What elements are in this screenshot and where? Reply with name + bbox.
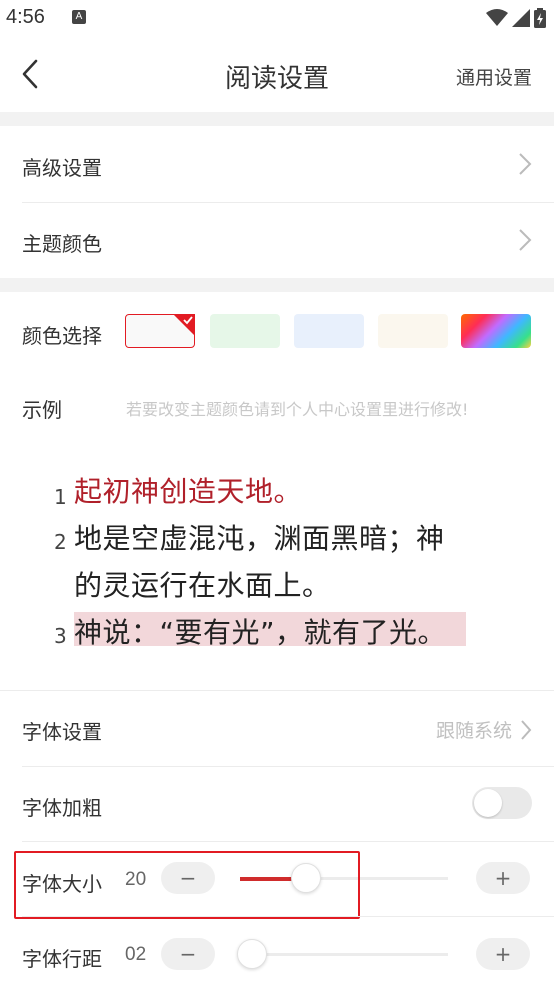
swatch-white[interactable] — [125, 314, 195, 348]
swatch-green[interactable] — [210, 314, 280, 348]
swatch-cream[interactable] — [378, 314, 448, 348]
toggle-knob — [474, 789, 502, 817]
example-label: 示例 — [22, 398, 62, 422]
chevron-right-icon — [519, 153, 532, 175]
battery-icon — [534, 8, 546, 28]
line-spacing-slider-track[interactable] — [240, 953, 448, 956]
status-time: 4:56 — [6, 6, 45, 28]
section-gap — [0, 112, 554, 126]
chevron-right-icon — [521, 719, 532, 740]
selected-check-icon — [173, 314, 195, 336]
verse-text: 起初神创造天地。 — [74, 475, 303, 508]
wifi-icon — [486, 9, 508, 26]
section-gap — [0, 278, 554, 292]
font-value-text: 跟随系统 — [435, 720, 512, 742]
swatch-rainbow[interactable] — [461, 314, 531, 348]
divider — [22, 916, 554, 917]
verse-number: 3 — [54, 624, 67, 648]
advanced-settings-row[interactable]: 高级设置 — [0, 126, 554, 202]
signal-icon — [512, 9, 530, 27]
chevron-right-icon — [519, 229, 532, 251]
verse-text: 神说：“要有光”，就有了光。 — [74, 616, 447, 649]
font-size-increase-button[interactable]: + — [476, 862, 530, 894]
highlight-box — [14, 851, 360, 919]
line-spacing-value: 02 — [125, 944, 147, 965]
general-settings-link[interactable]: 通用设置 — [456, 63, 532, 90]
font-bold-toggle[interactable] — [472, 787, 532, 819]
verse-text: 的灵运行在水面上。 — [74, 569, 331, 602]
notification-icon: A — [72, 10, 86, 24]
verse-number: 2 — [54, 530, 67, 554]
verse-text: 地是空虚混沌，渊面黑暗；神 — [74, 522, 445, 555]
nav-bar: 阅读设置 通用设置 — [0, 36, 554, 112]
line-spacing-increase-button[interactable]: + — [476, 938, 530, 970]
advanced-settings-label: 高级设置 — [22, 156, 102, 180]
line-spacing-slider-thumb[interactable] — [237, 939, 267, 969]
color-select-label: 颜色选择 — [22, 324, 102, 348]
font-bold-label: 字体加粗 — [22, 796, 102, 820]
font-settings-row[interactable]: 字体设置 跟随系统 — [0, 690, 554, 766]
font-bold-row: 字体加粗 — [0, 766, 554, 842]
status-bar: 4:56 A — [0, 0, 554, 36]
swatch-blue[interactable] — [294, 314, 364, 348]
verse-number: 1 — [54, 485, 67, 509]
divider — [22, 841, 554, 842]
status-icons — [486, 8, 546, 28]
theme-color-row[interactable]: 主题颜色 — [0, 202, 554, 278]
font-value: 跟随系统 — [436, 716, 532, 743]
line-spacing-decrease-button[interactable]: − — [161, 938, 215, 970]
example-hint: 若要改变主题颜色请到个人中心设置里进行修改! — [126, 400, 469, 419]
line-spacing-label: 字体行距 — [22, 947, 102, 971]
theme-color-label: 主题颜色 — [22, 232, 102, 256]
font-settings-label: 字体设置 — [22, 720, 102, 744]
